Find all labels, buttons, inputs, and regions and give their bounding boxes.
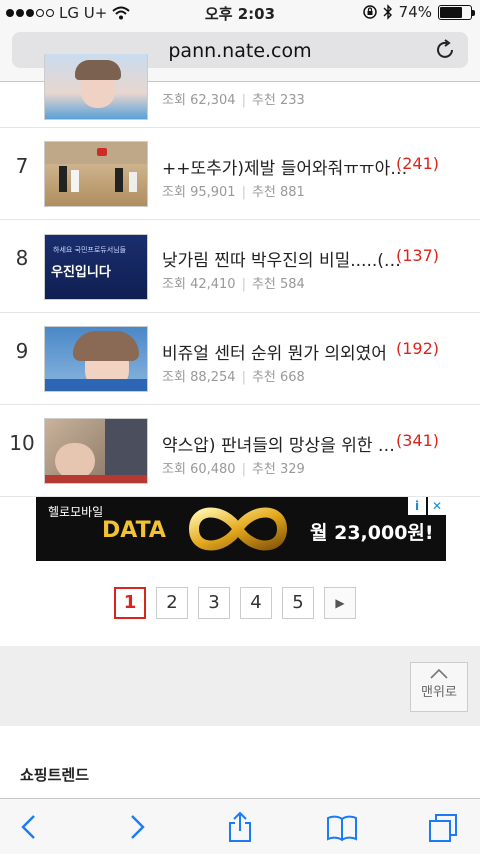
ad-close-icon[interactable]: ✕ bbox=[428, 497, 446, 515]
infinity-logo-icon bbox=[188, 507, 288, 551]
ad-controls: i ✕ bbox=[408, 497, 446, 515]
post-meta: 조회 95,901 | 추천 881 bbox=[162, 185, 305, 200]
post-meta: 조회 42,410 | 추천 584 bbox=[162, 277, 305, 292]
list-item[interactable]: 10 약스압) 판녀들의 망상을 위한 … (341) 조회 60,480 | 추천… bbox=[0, 405, 480, 497]
post-meta: 조회 60,480 | 추천 329 bbox=[162, 462, 305, 477]
forward-icon[interactable] bbox=[120, 811, 152, 843]
chevron-up-icon bbox=[430, 669, 448, 679]
list-item[interactable]: 조회 62,304 | 추천 233 bbox=[0, 54, 480, 128]
page-2-button[interactable]: 2 bbox=[156, 587, 188, 619]
footer-band: 맨위로 bbox=[0, 646, 480, 726]
thumbnail: 하세요 국민프로듀서님들 우진입니다 bbox=[44, 234, 148, 300]
comment-count: (241) bbox=[396, 154, 440, 173]
thumbnail bbox=[44, 141, 148, 207]
bookmarks-icon[interactable] bbox=[326, 811, 358, 843]
ad-data-label: DATA bbox=[102, 518, 166, 543]
section-title: 쇼핑트렌드 bbox=[20, 766, 90, 784]
share-icon[interactable] bbox=[224, 811, 256, 843]
list-item[interactable]: 8 하세요 국민프로듀서님들 우진입니다 낮가림 찐따 박우진의 비밀.....… bbox=[0, 220, 480, 313]
list-item[interactable]: 7 ++또추가)제발 들어와줘ㅠㅠ아… (241) 조회 95,901 | 추천 8… bbox=[0, 128, 480, 220]
status-right: 74% bbox=[362, 3, 475, 21]
ad-info-icon[interactable]: i bbox=[408, 497, 426, 515]
page-1-button[interactable]: 1 bbox=[114, 587, 146, 619]
thumbnail-caption: 우진입니다 bbox=[51, 265, 111, 280]
browser-toolbar bbox=[0, 798, 480, 854]
rank-number: 7 bbox=[15, 154, 29, 178]
back-icon[interactable] bbox=[14, 811, 46, 843]
pagination: 1 2 3 4 5 ▶ bbox=[114, 587, 356, 619]
comment-count: (192) bbox=[396, 339, 440, 358]
comment-count: (341) bbox=[396, 431, 440, 450]
ad-banner[interactable]: 헬로모바일 DATA 월 23,000원! i ✕ bbox=[36, 497, 446, 561]
rotation-lock-icon bbox=[362, 5, 377, 19]
reload-icon[interactable] bbox=[434, 38, 458, 62]
post-title[interactable]: 비쥬얼 센터 순위 뭔가 의외였어 bbox=[162, 339, 387, 364]
rank-number: 9 bbox=[15, 339, 29, 363]
status-bar: LG U+ 오후 2:03 74% bbox=[0, 0, 480, 26]
thumbnail bbox=[44, 54, 148, 120]
battery-icon bbox=[438, 4, 475, 20]
ad-price: 월 23,000원! bbox=[310, 522, 434, 544]
post-meta: 조회 88,254 | 추천 668 bbox=[162, 370, 305, 385]
chevron-right-icon: ▶ bbox=[335, 596, 345, 610]
thumbnail bbox=[44, 326, 148, 392]
post-title[interactable]: 약스압) 판녀들의 망상을 위한 … bbox=[162, 431, 395, 456]
page-5-button[interactable]: 5 bbox=[282, 587, 314, 619]
thumbnail bbox=[44, 418, 148, 484]
post-title[interactable]: ++또추가)제발 들어와줘ㅠㅠ아… bbox=[162, 154, 407, 179]
rank-number: 10 bbox=[9, 431, 35, 455]
list-item[interactable]: 9 비쥬얼 센터 순위 뭔가 의외였어 (192) 조회 88,254 | 추천 6… bbox=[0, 313, 480, 405]
comment-count: (137) bbox=[396, 246, 440, 265]
battery-percent: 74% bbox=[398, 3, 432, 21]
next-page-button[interactable]: ▶ bbox=[324, 587, 356, 619]
post-meta: 조회 62,304 | 추천 233 bbox=[162, 93, 305, 108]
page-3-button[interactable]: 3 bbox=[198, 587, 230, 619]
post-title[interactable]: 낮가림 찐따 박우진의 비밀.....(… bbox=[162, 246, 401, 271]
back-to-top-label: 맨위로 bbox=[421, 685, 457, 700]
bluetooth-icon bbox=[383, 4, 392, 20]
thumbnail-caption: 하세요 국민프로듀서님들 bbox=[53, 246, 127, 254]
tabs-icon[interactable] bbox=[428, 811, 460, 843]
back-to-top-button[interactable]: 맨위로 bbox=[410, 662, 468, 712]
page-4-button[interactable]: 4 bbox=[240, 587, 272, 619]
rank-number: 8 bbox=[15, 246, 29, 270]
ad-brand: 헬로모바일 bbox=[48, 505, 104, 519]
